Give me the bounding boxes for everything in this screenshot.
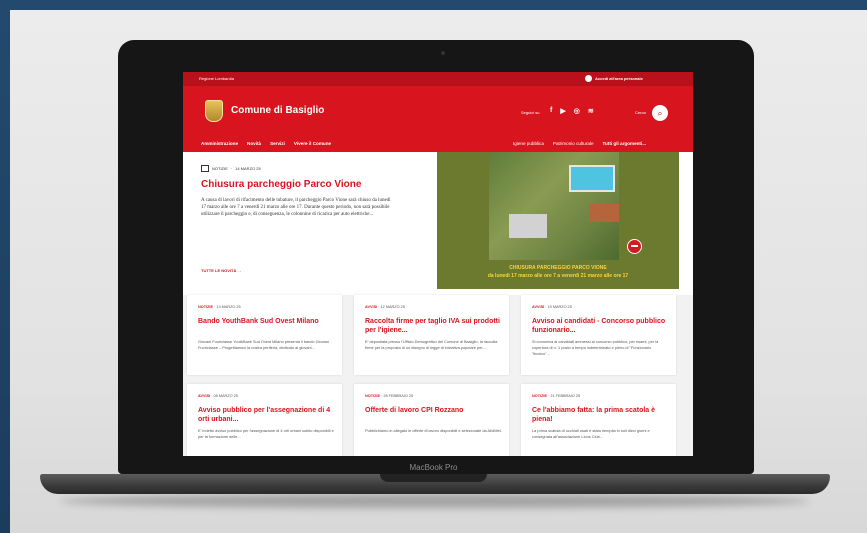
pool-shape [569,165,615,192]
card-title[interactable]: Ce l'abbiamo fatta: la prima scatola è p… [532,406,670,424]
card-date: 06 MARZO 25 [213,394,238,398]
card-date: 13 MARZO 25 [216,305,241,309]
card-category: NOTIZIE [532,394,547,398]
card-title[interactable]: Raccolta firme per taglio IVA sui prodot… [365,317,503,335]
building-shape [509,214,547,238]
card-date: 19 MARZO 25 [547,305,572,309]
card-title[interactable]: Offerte di lavoro CPI Rozzano [365,406,503,415]
hero-image[interactable]: CHIUSURA PARCHEGGIO PARCO VIONE da luned… [437,152,679,289]
coat-of-arms-icon [205,100,223,122]
hero-title[interactable]: Chiusura parcheggio Parco Vione [201,179,361,190]
region-link[interactable]: Regione Lombardia [199,76,234,81]
news-card[interactable]: AVVISI · 19 MARZO 25 Avviso ai candidati… [521,295,676,375]
card-title[interactable]: Avviso pubblico per l'assegnazione di 4 … [198,406,336,424]
roof-shape [589,204,619,222]
topic-heritage[interactable]: Patrimonio culturale [553,141,594,146]
login-button[interactable]: Accedi all'area personale [585,75,643,82]
card-date: 12 MARZO 25 [380,305,405,309]
card-text: La prima scatola di occhiali usati è sta… [532,428,650,439]
news-card[interactable]: NOTIZIE · 21 FEBBRAIO 25 Ce l'abbiamo fa… [521,384,676,456]
image-caption-dates: da lunedì 17 marzo alle ore 7 a venerdì … [487,273,629,279]
all-news-label: TUTTE LE NOVITÀ [201,268,237,273]
all-news-link[interactable]: TUTTE LE NOVITÀ → [201,268,241,273]
topics-nav: Igiene pubblica Patrimonio culturale Tut… [513,141,646,146]
card-text: Giovani Fuoriclasse YouthBank Sud Ovest … [198,339,329,350]
rss-icon[interactable]: ≋ [588,107,594,115]
site-title[interactable]: Comune di Basiglio [231,105,324,116]
instagram-icon[interactable]: ◎ [574,107,580,115]
hero-category: NOTIZIE [212,166,228,171]
news-card[interactable]: AVVISI · 12 MARZO 25 Raccolta firme per … [354,295,509,375]
card-text: E' indetto avviso pubblico per l'assegna… [198,428,334,439]
site-header: Comune di Basiglio Seguici su f ▶ ◎ ≋ Ce… [183,86,693,152]
login-label: Accedi all'area personale [595,76,643,81]
all-topics-link[interactable]: Tutti gli argomenti... [603,141,647,146]
social-links: f ▶ ◎ ≋ [550,107,594,115]
search-label: Cerca [635,110,646,115]
nav-item-services[interactable]: Servizi [270,141,285,146]
top-bar: Regione Lombardia Accedi all'area person… [183,72,693,86]
news-card[interactable]: NOTIZIE · 13 MARZO 25 Bando YouthBank Su… [187,295,342,375]
card-category: NOTIZIE [365,394,380,398]
hero-meta: NOTIZIE · 14 MARZO 25 [201,165,261,172]
hero-date: 14 MARZO 25 [235,166,261,171]
laptop-notch [380,474,487,482]
aerial-photo [489,152,642,260]
card-date: 28 FEBBRAIO 25 [383,394,414,398]
arrow-right-icon: → [237,268,242,273]
user-icon [585,75,592,82]
card-text: Pubblichiamo in allegato le offerte di l… [365,428,502,433]
calendar-icon [201,165,209,172]
card-category: AVVISI [365,305,378,309]
nav-item-news[interactable]: Novità [247,141,261,146]
nav-item-administration[interactable]: Amministrazione [201,141,238,146]
news-cards: NOTIZIE · 13 MARZO 25 Bando YouthBank Su… [187,295,689,456]
laptop-screen: Regione Lombardia Accedi all'area person… [183,72,693,456]
hero-text: A causa di lavori di rifacimento delle t… [201,198,391,217]
camera [441,51,445,55]
card-category: AVVISI [532,305,545,309]
image-caption-title: CHIUSURA PARCHEGGIO PARCO VIONE [509,265,607,271]
card-category: NOTIZIE [198,305,213,309]
card-title[interactable]: Bando YouthBank Sud Ovest Milano [198,317,336,326]
news-card[interactable]: AVVISI · 06 MARZO 25 Avviso pubblico per… [187,384,342,456]
topic-hygiene[interactable]: Igiene pubblica [513,141,544,146]
facebook-icon[interactable]: f [550,107,552,115]
image-caption: CHIUSURA PARCHEGGIO PARCO VIONE da luned… [437,264,679,280]
card-text: E' depositata presso l'Ufficio Demografi… [365,339,498,350]
card-category: AVVISI [198,394,211,398]
nav-item-live[interactable]: Vivere il Comune [294,141,331,146]
card-title[interactable]: Avviso ai candidati - Concorso pubblico … [532,317,670,335]
news-card[interactable]: NOTIZIE · 28 FEBBRAIO 25 Offerte di lavo… [354,384,509,456]
social-label: Seguici su [521,110,540,115]
device-label: MacBook Pro [409,463,458,472]
laptop-shadow [60,494,810,508]
no-entry-icon [627,239,642,254]
card-date: 21 FEBBRAIO 25 [550,394,581,398]
search-icon[interactable]: ⌕ [652,105,668,121]
youtube-icon[interactable]: ▶ [560,107,565,115]
card-text: Si comunica ai candidati ammessi al conc… [532,339,659,356]
main-nav: Amministrazione Novità Servizi Vivere il… [201,141,331,146]
